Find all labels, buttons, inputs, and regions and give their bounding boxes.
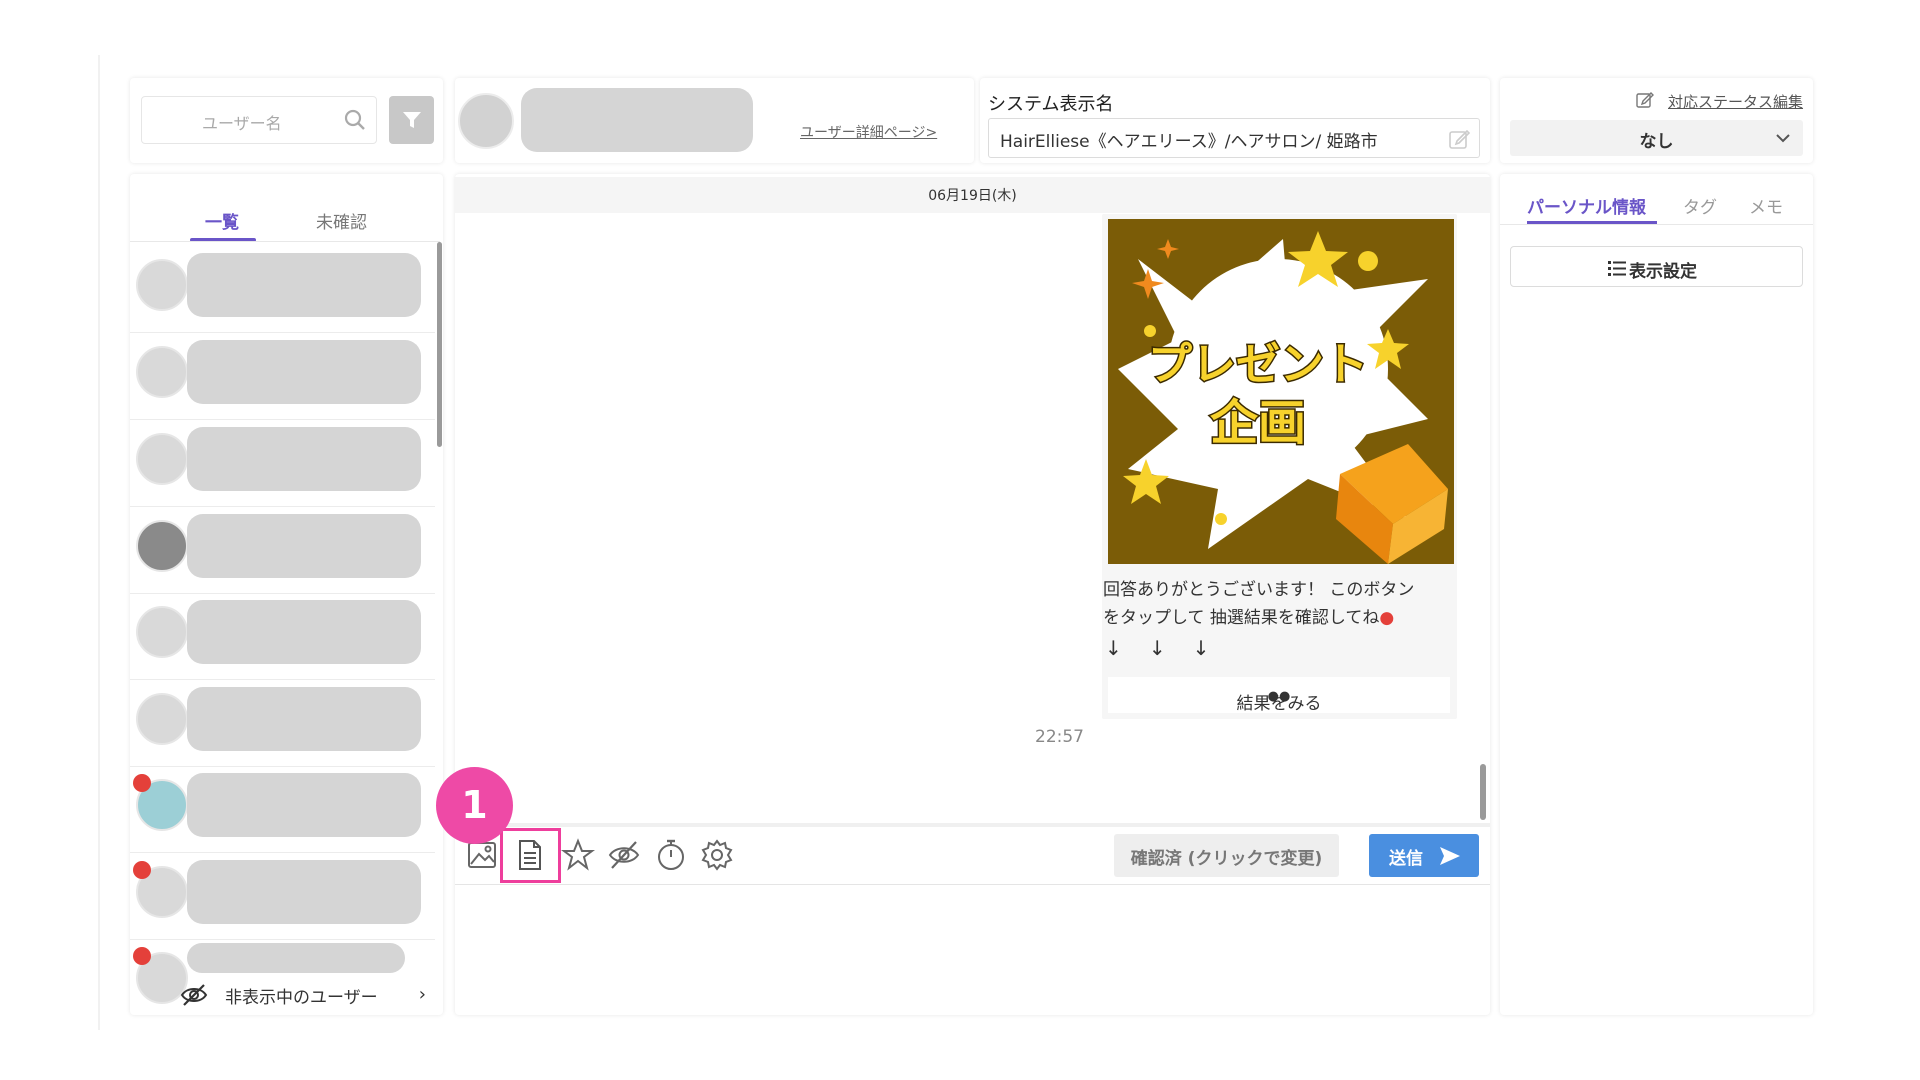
hidden-users-label: 非表示中のユーザー	[225, 988, 378, 1008]
hidden-users-toggle[interactable]: 非表示中のユーザー ›	[130, 975, 440, 1015]
search-placeholder: ユーザー名	[202, 114, 282, 133]
user-avatar[interactable]	[136, 346, 188, 398]
pin-icon: ●	[1379, 608, 1395, 628]
tab-personal-info[interactable]: パーソナル情報	[1527, 193, 1646, 218]
date-label: 06月19日(木)	[928, 188, 1017, 204]
gear-icon[interactable]	[700, 838, 734, 872]
page-divider	[98, 55, 100, 1030]
list-icon	[1608, 261, 1626, 276]
row-divider	[130, 419, 435, 420]
edit-icon[interactable]	[1447, 127, 1471, 151]
row-divider	[130, 939, 435, 940]
user-name-redacted[interactable]	[187, 860, 421, 924]
star-icon[interactable]	[561, 838, 595, 872]
edit-status-icon[interactable]	[1635, 90, 1655, 110]
right-panel	[1500, 174, 1813, 1015]
user-name-redacted[interactable]	[187, 600, 421, 664]
toolbar-divider	[455, 823, 1490, 827]
user-name-redacted[interactable]	[187, 514, 421, 578]
date-separator: 06月19日(木)	[455, 177, 1490, 213]
promo-title-line1: プレゼント	[1148, 339, 1368, 390]
system-name-field[interactable]: HairElliese《ヘアエリース》/ヘアサロン/ 姫路市	[988, 118, 1480, 158]
promo-image: プレゼント 企画	[1108, 219, 1454, 564]
user-avatar[interactable]	[136, 520, 188, 572]
status-select-value: なし	[1639, 132, 1674, 152]
user-name-redacted[interactable]	[187, 427, 421, 491]
tab-all[interactable]: 一覧	[205, 208, 239, 233]
message-text: 回答ありがとうございます！ このボタン をタップして 抽選結果を確認してね●	[1103, 576, 1453, 632]
unread-dot	[133, 861, 151, 879]
message-time: 22:57	[1035, 727, 1084, 747]
message-input[interactable]	[455, 886, 1490, 1014]
row-divider	[130, 593, 435, 594]
user-avatar[interactable]	[136, 433, 188, 485]
row-divider	[130, 332, 435, 333]
promo-illustration: プレゼント 企画	[1118, 231, 1448, 564]
tab-tags[interactable]: タグ	[1683, 193, 1717, 218]
eyes-icon: ●●	[1267, 689, 1291, 704]
hide-eye-icon[interactable]	[607, 838, 641, 872]
filter-icon	[403, 112, 421, 128]
user-name-redacted[interactable]	[187, 253, 421, 317]
user-avatar[interactable]	[136, 606, 188, 658]
chevron-down-icon	[1776, 134, 1790, 143]
step-badge: 1	[436, 767, 513, 844]
system-name-value: HairElliese《ヘアエリース》/ヘアサロン/ 姫路市	[1000, 132, 1378, 152]
filter-button[interactable]	[389, 96, 434, 144]
confirm-status-label: 確認済 (クリックで変更)	[1130, 849, 1323, 869]
user-name-redacted[interactable]	[187, 340, 421, 404]
user-name-redacted	[521, 88, 753, 152]
message-line-1: 回答ありがとうございます！ このボタン	[1103, 580, 1415, 600]
tab-memo[interactable]: メモ	[1749, 193, 1783, 218]
list-divider	[130, 241, 440, 242]
search-icon	[344, 109, 365, 130]
user-avatar	[458, 93, 514, 149]
message-input-divider	[455, 884, 1490, 885]
row-divider	[130, 506, 435, 507]
send-icon	[1440, 847, 1460, 865]
user-name-redacted[interactable]	[187, 687, 421, 751]
system-name-label: システム表示名	[988, 94, 1114, 115]
search-input[interactable]: ユーザー名	[141, 96, 377, 144]
send-label: 送信	[1389, 849, 1423, 869]
unread-dot	[133, 774, 151, 792]
user-avatar[interactable]	[136, 693, 188, 745]
send-button[interactable]: 送信	[1369, 834, 1479, 877]
view-result-button[interactable]: 結果をみる ●●	[1108, 677, 1450, 714]
row-divider	[130, 766, 435, 767]
status-edit-link[interactable]: 対応ステータス編集	[1668, 91, 1803, 112]
confirm-status-button[interactable]: 確認済 (クリックで変更)	[1114, 834, 1339, 877]
message-line-2: をタップして 抽選結果を確認してね	[1103, 608, 1380, 628]
user-avatar[interactable]	[136, 259, 188, 311]
user-name-redacted[interactable]	[187, 773, 421, 837]
row-divider	[130, 679, 435, 680]
unread-dot	[133, 947, 151, 965]
list-scrollbar[interactable]	[437, 242, 442, 447]
status-select[interactable]: なし	[1510, 120, 1803, 156]
display-settings-button[interactable]: 表示設定	[1510, 246, 1803, 287]
chat-scrollbar[interactable]	[1480, 764, 1486, 820]
user-name-redacted[interactable]	[187, 943, 405, 973]
promo-title-line2: 企画	[1210, 395, 1306, 451]
right-panel-divider	[1500, 224, 1813, 225]
display-settings-label: 表示設定	[1629, 262, 1697, 282]
user-detail-link[interactable]: ユーザー詳細ページ>	[800, 122, 937, 142]
chevron-right-icon: ›	[418, 984, 426, 1005]
row-divider	[130, 852, 435, 853]
hidden-eye-icon	[180, 984, 208, 1006]
message-arrows: ↓ ↓ ↓	[1105, 636, 1212, 660]
timer-icon[interactable]	[654, 838, 688, 872]
template-highlight-box	[500, 828, 561, 883]
tab-unconfirmed[interactable]: 未確認	[316, 208, 367, 233]
